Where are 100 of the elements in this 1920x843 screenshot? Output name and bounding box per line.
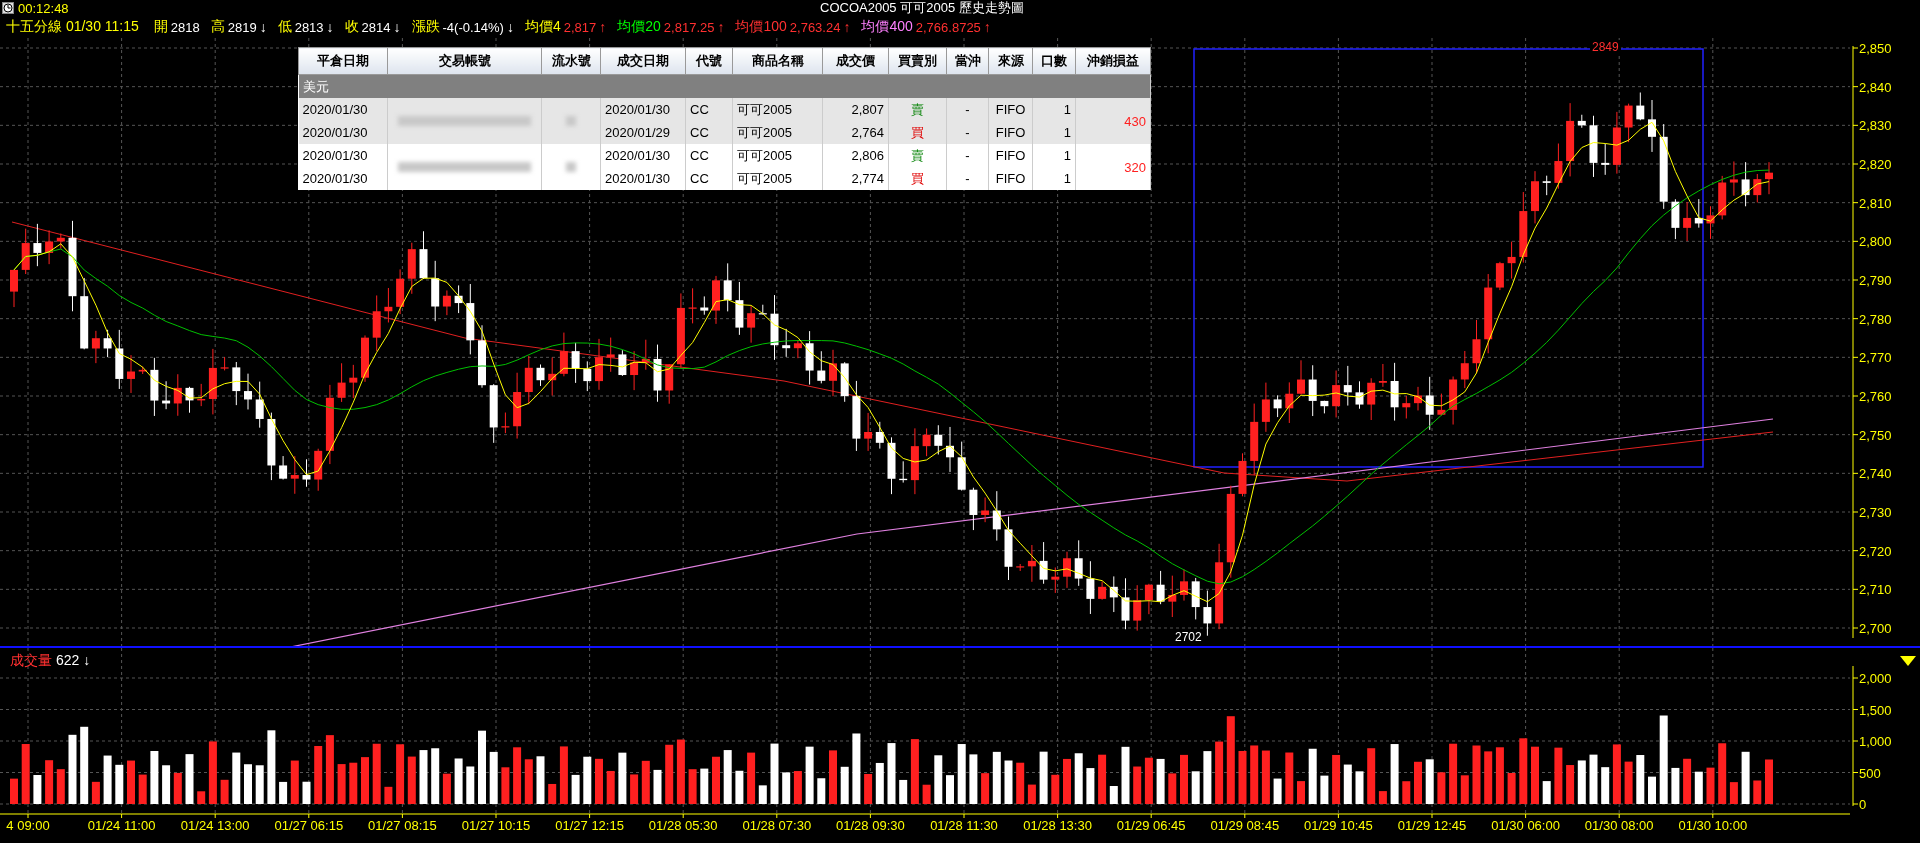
- volume-tick-label: 0: [1859, 797, 1867, 812]
- side-cell: 買: [888, 167, 947, 190]
- price-tick-label: 2,790: [1859, 273, 1892, 288]
- time-axis-label: 01/28 09:30: [836, 818, 905, 833]
- table-cell: 1: [1032, 167, 1076, 190]
- price-tick-label: 2,800: [1859, 234, 1892, 250]
- price-tick-label: 2,720: [1859, 543, 1892, 559]
- column-header: 成交價: [822, 47, 889, 75]
- clock-time: 00:12:48: [18, 0, 69, 16]
- column-header: 口數: [1032, 47, 1076, 75]
- trend-arrow: ↓: [393, 19, 401, 35]
- volume-tick-label: 1,500: [1859, 702, 1892, 718]
- quote-value: 2,763.24: [789, 19, 841, 35]
- profit-cell: 430: [1075, 98, 1151, 144]
- price-tick-label: 2,820: [1859, 157, 1892, 172]
- table-cell: 2,764: [822, 121, 889, 144]
- table-cell: 2,774: [822, 167, 889, 190]
- quote-value: -4(-0.14%): [442, 19, 504, 35]
- quote-label: 均價20: [617, 18, 661, 36]
- table-cell: CC: [685, 121, 733, 144]
- quote-value: 2,766.8725: [915, 19, 981, 35]
- time-axis-label: 01/27 12:15: [555, 818, 624, 833]
- time-axis-label: 01/29 06:45: [1116, 818, 1186, 833]
- dropdown-triangle-icon[interactable]: [1900, 656, 1916, 666]
- trend-arrow: ↓: [506, 19, 514, 35]
- table-cell: 可可2005: [732, 121, 823, 144]
- time-axis-label: 01/30 10:00: [1678, 818, 1748, 833]
- table-cell: FIFO: [988, 167, 1033, 190]
- quote-value: 2819: [227, 19, 257, 35]
- price-tick-label: 2,700: [1859, 621, 1892, 636]
- volume-tick-label: 2,000: [1859, 671, 1892, 686]
- trend-arrow: ↑: [599, 19, 607, 35]
- price-tick-label: 2,750: [1859, 427, 1892, 443]
- table-cell: FIFO: [988, 121, 1033, 144]
- table-cell: 1: [1032, 121, 1076, 144]
- table-cell: CC: [685, 144, 733, 167]
- price-tick-label: 2,810: [1859, 195, 1892, 211]
- table-cell: 1: [1032, 98, 1076, 121]
- low-price-label: 2702: [1175, 630, 1202, 644]
- table-cell[interactable]: 2020/01/30: [298, 167, 388, 190]
- quote-value: 2813: [294, 19, 324, 35]
- high-price-label: 2849: [1590, 40, 1621, 54]
- table-cell: -: [946, 98, 989, 121]
- side-cell: 賣: [888, 144, 947, 167]
- column-header: 沖銷損益: [1075, 47, 1151, 75]
- trend-arrow: ↑: [983, 19, 991, 35]
- time-axis-label: 01/29 12:45: [1397, 818, 1467, 833]
- table-cell: 2020/01/30: [600, 98, 686, 121]
- price-tick-label: 2,850: [1859, 41, 1892, 56]
- table-cell: -: [946, 121, 989, 144]
- time-axis-label: 01/28 05:30: [648, 818, 718, 833]
- time-axis-label: 01/24 11:00: [87, 818, 156, 833]
- price-tick-label: 2,840: [1859, 79, 1892, 95]
- time-axis-label: 01/29 10:45: [1304, 818, 1373, 833]
- price-tick-label: 2,770: [1859, 350, 1892, 366]
- quote-label: 低: [277, 18, 292, 36]
- time-axis-label: 01/27 08:15: [368, 818, 437, 833]
- price-tick-label: 2,740: [1859, 466, 1892, 482]
- quote-label: 開: [153, 18, 168, 36]
- trend-arrow: ↓: [259, 19, 267, 35]
- table-cell: -: [946, 167, 989, 190]
- table-cell: 可可2005: [732, 98, 823, 121]
- table-cell[interactable]: 2020/01/30: [298, 121, 388, 144]
- quote-label: 收: [344, 18, 359, 36]
- time-axis-label: 01/30 06:00: [1491, 818, 1560, 833]
- column-header: 平倉日期: [298, 47, 388, 75]
- table-cell: CC: [685, 167, 733, 190]
- quote-value: 2814: [361, 19, 391, 35]
- period-label: 十五分線 01/30 11:15: [6, 18, 139, 36]
- profit-cell: 320: [1075, 144, 1151, 190]
- table-cell: FIFO: [988, 98, 1033, 121]
- table-cell: 可可2005: [732, 167, 823, 190]
- blurred-serial: [566, 162, 576, 172]
- price-tick-label: 2,730: [1859, 505, 1892, 520]
- time-axis-label: 01/27 10:15: [461, 818, 531, 833]
- trend-arrow: ↑: [717, 19, 725, 35]
- table-cell: 2020/01/30: [600, 144, 686, 167]
- volume-tick-label: 500: [1859, 765, 1881, 781]
- table-cell: 2020/01/29: [600, 121, 686, 144]
- volume-label: 成交量: [10, 652, 52, 670]
- column-header: 流水號: [541, 47, 601, 75]
- time-axis-label: 01/24 13:00: [180, 818, 250, 833]
- side-cell: 賣: [888, 98, 947, 121]
- table-cell[interactable]: 2020/01/30: [298, 144, 388, 167]
- quote-value: 2,817: [563, 19, 597, 35]
- time-axis-label: 4 09:00: [6, 818, 50, 833]
- table-cell: 2,806: [822, 144, 889, 167]
- quote-label: 均價4: [524, 18, 561, 36]
- quote-label: 高: [210, 18, 225, 36]
- clock-icon[interactable]: [2, 2, 14, 14]
- column-header: 買賣別: [888, 47, 947, 75]
- time-axis-label: 01/28 13:30: [1023, 818, 1092, 833]
- table-cell[interactable]: 2020/01/30: [298, 98, 388, 121]
- table-cell: 1: [1032, 144, 1076, 167]
- table-cell: 2020/01/30: [600, 167, 686, 190]
- column-header: 成交日期: [600, 47, 686, 75]
- trend-arrow: ↑: [843, 19, 851, 35]
- blurred-serial: [566, 116, 576, 126]
- price-tick-label: 2,830: [1859, 118, 1892, 134]
- quote-value: 2,817.25: [663, 19, 715, 35]
